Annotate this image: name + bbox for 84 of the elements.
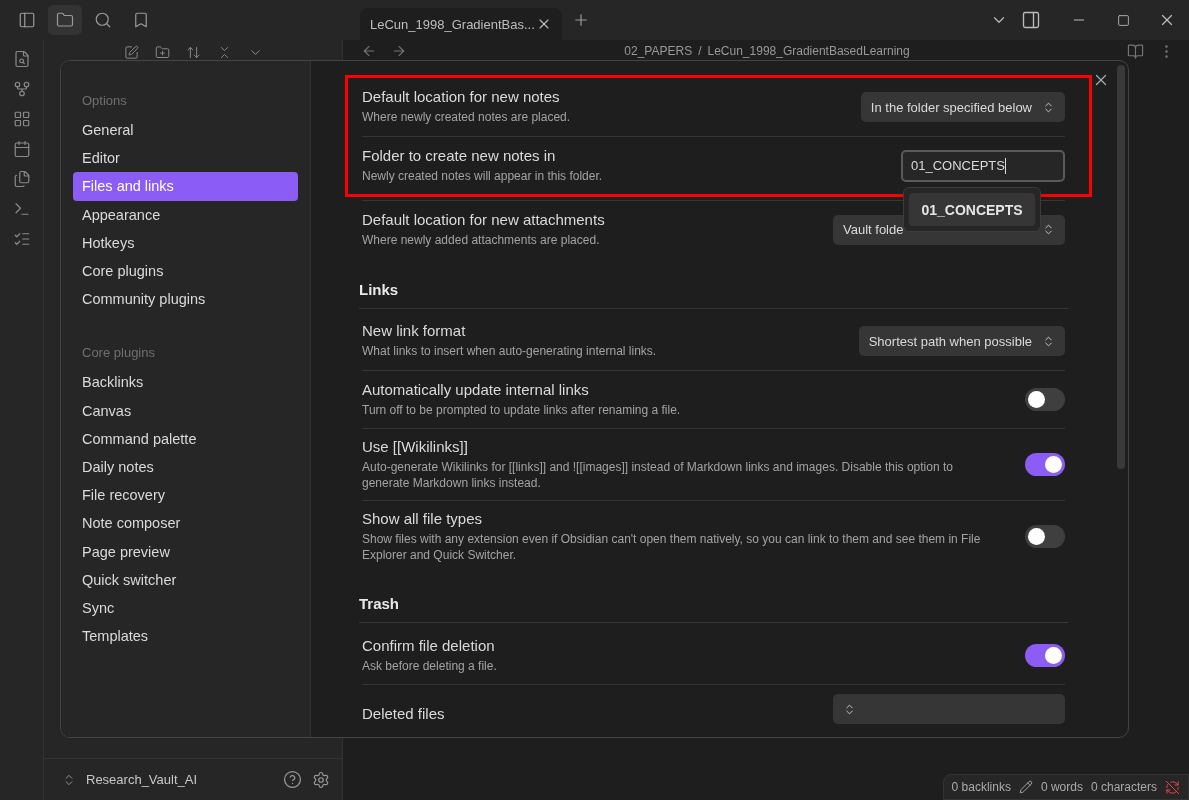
setting-name: Default location for new attachments [362, 210, 606, 228]
nav-item[interactable]: Canvas [73, 396, 298, 425]
breadcrumb-file[interactable]: LeCun_1998_GradientBasedLearning [707, 44, 910, 58]
nav-item[interactable]: Backlinks [73, 368, 298, 397]
setting-name: Deleted files [362, 705, 446, 723]
book-icon[interactable] [1127, 42, 1144, 60]
copy-icon[interactable] [12, 170, 31, 188]
settings-icon[interactable] [312, 770, 330, 789]
nav-item[interactable]: Quick switcher [73, 565, 298, 594]
nav-item[interactable]: File recovery [73, 481, 298, 510]
sort-icon[interactable] [185, 44, 201, 60]
nav-item[interactable]: Templates [73, 622, 298, 651]
nav-item[interactable]: Command palette [73, 424, 298, 453]
character-count: 0 characters [1090, 780, 1157, 794]
section-heading: Trash [359, 575, 1068, 624]
setting-name: Use [[Wikilinks]] [362, 438, 469, 455]
nav-item[interactable]: Daily notes [73, 452, 298, 482]
setting-name: Confirm file deletion [362, 636, 496, 654]
help-icon[interactable] [283, 770, 302, 789]
file-explorer-tab[interactable] [48, 5, 82, 35]
setting-description: Ask before deleting a file. [362, 658, 498, 675]
folder-icon [56, 11, 74, 29]
setting-name: Automatically update internal links [362, 380, 590, 398]
input-field[interactable]: 01_CONCEPTS [901, 149, 1065, 182]
nav-heading: Options [81, 92, 128, 110]
nav-item[interactable]: General [73, 116, 298, 145]
nav-item[interactable]: Hotkeys [73, 228, 298, 257]
chevrons-icon [1042, 334, 1055, 348]
chevrons-icon [1042, 223, 1055, 236]
setting-description: Auto-generate Wikilinks for [[links]] and ![[images]] instead of Markdown links and images. Disable this option to generate Markdown links instead. [362, 460, 954, 492]
pencil-icon[interactable] [1018, 780, 1033, 794]
sync-off-icon[interactable] [1165, 779, 1180, 795]
new-note-icon[interactable] [123, 44, 139, 60]
backlinks-count: 0 backlinks [951, 780, 1011, 794]
vault-name[interactable]: Research_Vault_AI [86, 772, 273, 787]
nav-item[interactable]: Editor [73, 144, 298, 173]
forward-arrow-icon[interactable] [391, 43, 407, 59]
bookmark-icon[interactable] [132, 11, 150, 29]
editor-tab[interactable]: LeCun_1998_GradientBas... [360, 8, 562, 40]
setting-description: What links to insert when auto-generating internal links. [362, 344, 658, 360]
grid-icon[interactable] [12, 110, 31, 128]
breadcrumb-folder[interactable]: 02_PAPERS [624, 44, 693, 58]
nav-item[interactable]: Note composer [73, 509, 298, 538]
setting-name: Default location for new notes [362, 88, 561, 106]
suggestion-item[interactable]: 01_CONCEPTS [909, 193, 1035, 226]
setting-name: Folder to create new notes in [362, 146, 557, 164]
word-count: 0 words [1040, 780, 1083, 794]
terminal-icon[interactable] [12, 200, 31, 218]
toggle-switch[interactable] [1025, 453, 1065, 477]
section-heading: Links [359, 261, 1068, 309]
chevrons-icon [1042, 100, 1055, 114]
list-icon[interactable] [12, 230, 31, 248]
graph-icon[interactable] [12, 80, 31, 98]
nav-item[interactable]: Page preview [73, 537, 298, 566]
new-folder-icon[interactable] [154, 44, 170, 60]
toggle-switch[interactable] [1025, 525, 1065, 549]
toggle-switch[interactable] [1025, 643, 1065, 667]
nav-item[interactable]: Core plugins [73, 256, 298, 286]
scrollbar-thumb[interactable] [1117, 65, 1125, 469]
setting-description: Where newly added attachments are placed. [362, 232, 601, 249]
breadcrumb-separator: / [698, 44, 702, 58]
nav-item[interactable]: Community plugins [73, 285, 298, 314]
setting-description: Show files with any extension even if Obsidian can't open them natively, so you can link to them and see them in File Explorer and Quick Switcher. [362, 532, 982, 564]
calendar-icon[interactable] [12, 140, 31, 158]
dropdown[interactable]: Shortest path when possible [858, 326, 1065, 356]
setting-name: Show all file types [362, 510, 484, 528]
setting-description: Where newly created notes are placed. [362, 110, 572, 126]
back-arrow-icon[interactable] [361, 43, 377, 59]
setting-description: Turn off to be prompted to update links after renaming a file. [362, 402, 682, 419]
toggle-switch[interactable] [1025, 388, 1065, 411]
chevrons-icon [843, 702, 856, 716]
setting-name: New link format [362, 322, 467, 340]
sidebar-toggle-icon[interactable] [18, 11, 36, 29]
nav-item[interactable]: Sync [73, 593, 298, 622]
sidebar-toggle-icon[interactable] [1021, 10, 1041, 30]
new-tab-icon[interactable] [572, 11, 590, 29]
search-icon[interactable] [94, 11, 112, 29]
dropdown[interactable]: In the folder specified below [860, 92, 1065, 122]
file-search-icon[interactable] [12, 50, 31, 68]
nav-item[interactable]: Files and links [73, 172, 298, 201]
setting-description: Newly created notes will appear in this folder. [362, 168, 604, 185]
nav-item[interactable]: Appearance [73, 200, 298, 229]
nav-heading: Core plugins [81, 344, 156, 363]
maximize-icon[interactable] [1116, 13, 1130, 27]
